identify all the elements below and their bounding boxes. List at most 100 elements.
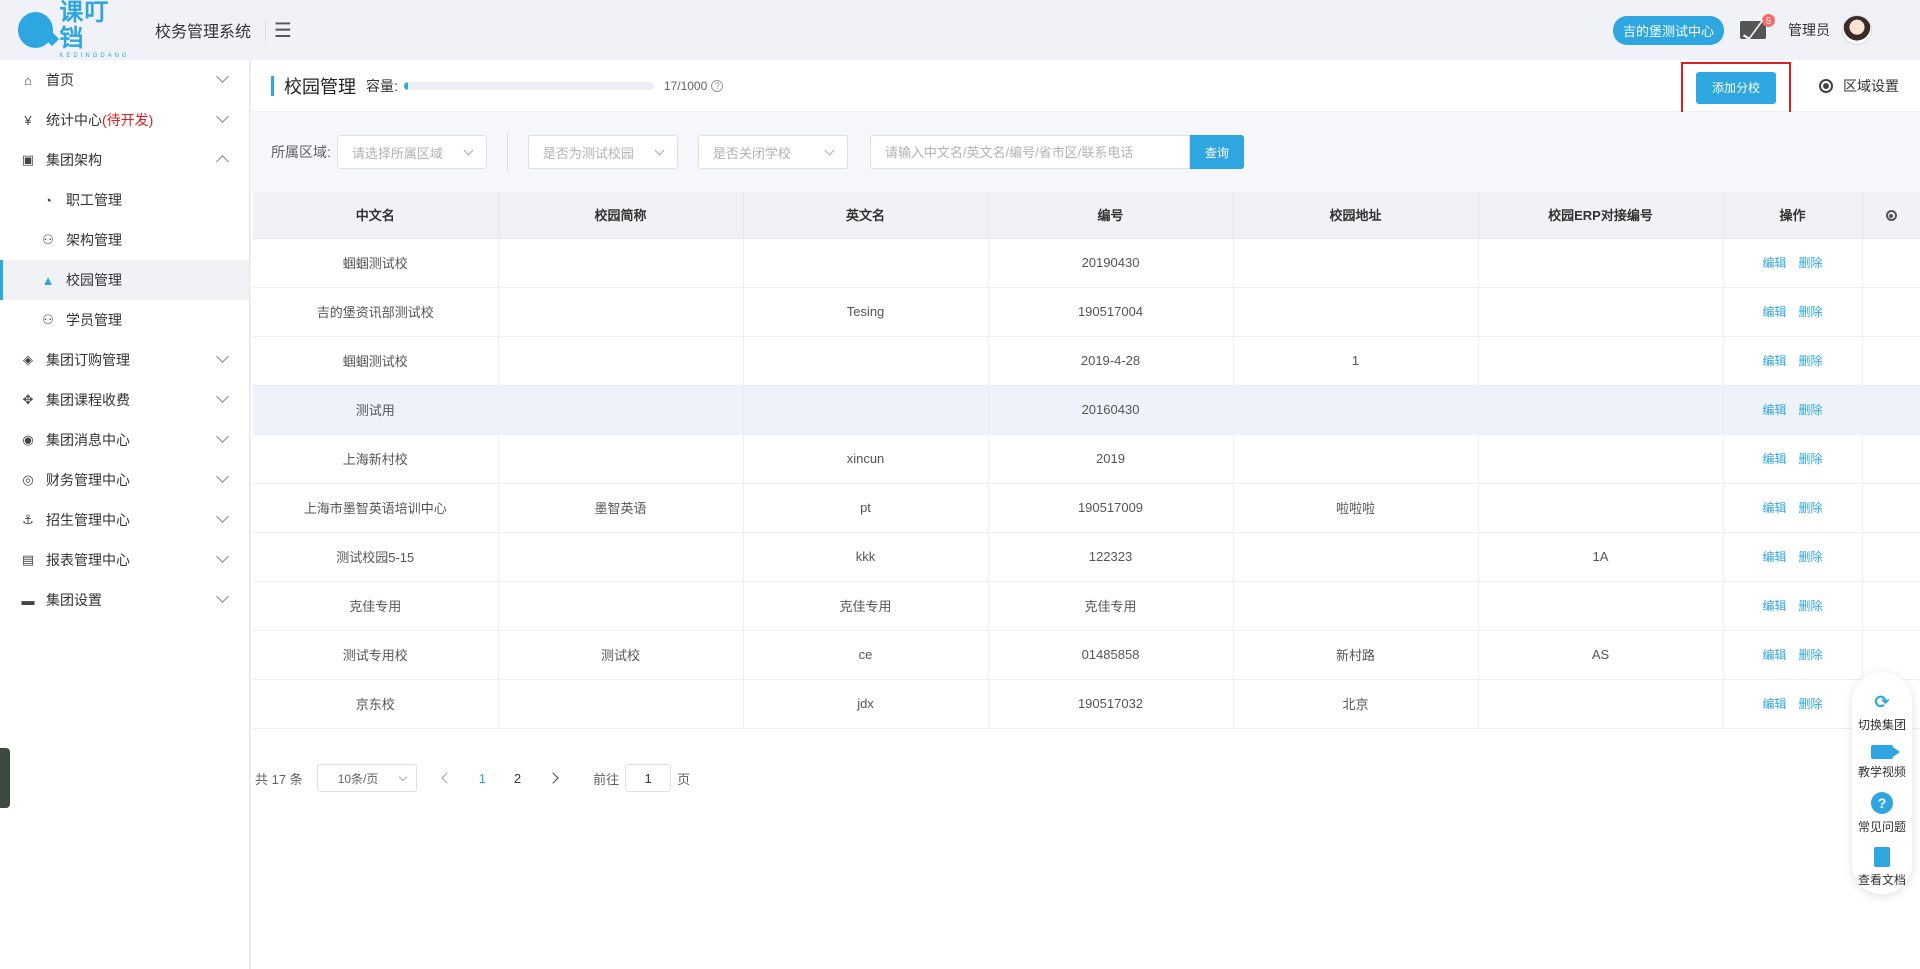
- teaching-video-button[interactable]: 教学视频: [1858, 745, 1906, 780]
- avatar[interactable]: [1842, 15, 1872, 45]
- sidebar-item-label: 职工管理: [66, 192, 122, 208]
- delete-link[interactable]: 删除: [1799, 403, 1823, 417]
- sidebar-item-campus[interactable]: ▲ 校园管理: [0, 260, 249, 300]
- delete-link[interactable]: 删除: [1799, 305, 1823, 319]
- user-role[interactable]: 管理员: [1788, 20, 1830, 40]
- sidebar-item-enrollment[interactable]: ⚓ 招生管理中心: [0, 500, 249, 540]
- table-cell: [743, 385, 989, 435]
- test-campus-placeholder: 是否为测试校园: [542, 145, 634, 161]
- goto-page-input[interactable]: [625, 764, 672, 792]
- faq-button[interactable]: ? 常见问题: [1858, 792, 1906, 835]
- region-select[interactable]: 请选择所属区域: [336, 135, 487, 169]
- table-cell: 克佳专用: [743, 581, 989, 631]
- chevron-down-icon: [216, 70, 229, 83]
- table-cell: [1478, 434, 1724, 484]
- sidebar-item-group-structure[interactable]: ▣ 集团架构: [0, 140, 249, 180]
- delete-link[interactable]: 删除: [1799, 452, 1823, 466]
- edit-link[interactable]: 编辑: [1762, 305, 1786, 319]
- table-cell: 190517009: [988, 483, 1234, 533]
- edit-link[interactable]: 编辑: [1762, 354, 1786, 368]
- edit-link[interactable]: 编辑: [1762, 403, 1786, 417]
- sidebar-item-reports[interactable]: ▤ 报表管理中心: [0, 540, 249, 580]
- page-number[interactable]: 2: [514, 771, 521, 786]
- sidebar-item-statistics[interactable]: ¥ 统计中心 (待开发): [0, 100, 249, 140]
- sidebar-item-messages[interactable]: ◉ 集团消息中心: [0, 420, 249, 460]
- table-cell: 墨智英语: [498, 483, 744, 533]
- capacity-count: 17/1000: [663, 78, 708, 93]
- region-settings-button[interactable]: 区域设置: [1819, 76, 1899, 96]
- table-cell: 京东校: [253, 679, 499, 729]
- table-row: 蝈蝈测试校 2019-4-28 1 编辑 删除: [253, 336, 1920, 386]
- side-drawer-handle[interactable]: [0, 748, 10, 808]
- edit-link[interactable]: 编辑: [1762, 697, 1786, 711]
- delete-link[interactable]: 删除: [1799, 501, 1823, 515]
- sidebar-item-staff[interactable]: ◔ 职工管理: [0, 180, 249, 220]
- mail-icon[interactable]: 5: [1740, 14, 1775, 39]
- graduation-cap-icon: ▲: [41, 272, 55, 288]
- delete-link[interactable]: 删除: [1799, 697, 1823, 711]
- add-campus-button[interactable]: 添加分校: [1695, 72, 1776, 104]
- delete-link[interactable]: 删除: [1799, 354, 1823, 368]
- sidebar: ⌂ 首页 ¥ 统计中心 (待开发) ▣ 集团架构 ◔ 职工管理 ⚇ 架构管理 ▲ …: [0, 60, 250, 969]
- search-button[interactable]: 查询: [1189, 135, 1244, 169]
- column-header: 编号: [988, 192, 1234, 239]
- edit-link[interactable]: 编辑: [1762, 501, 1786, 515]
- capacity-progress-fill: [403, 81, 409, 90]
- sidebar-item-home[interactable]: ⌂ 首页: [0, 60, 249, 100]
- gear-icon: [1819, 79, 1833, 93]
- column-settings-icon[interactable]: [1885, 210, 1897, 222]
- actions-cell: 编辑 删除: [1723, 483, 1863, 533]
- view-docs-button[interactable]: 查看文档: [1858, 847, 1906, 888]
- page-size-select[interactable]: 10条/页: [316, 764, 417, 792]
- capacity-label: 容量:: [366, 77, 398, 94]
- edit-link[interactable]: 编辑: [1762, 550, 1786, 564]
- sidebar-item-orders[interactable]: ◈ 集团订购管理: [0, 340, 249, 380]
- center-switch-badge[interactable]: 吉的堡测试中心: [1612, 15, 1724, 45]
- yen-icon: ¥: [24, 112, 32, 128]
- table-cell: 测试校园5-15: [253, 532, 499, 582]
- table-cell: 测试专用校: [253, 630, 499, 680]
- header-divider: [265, 19, 267, 41]
- main-content: 校园管理 容量: 17/1000 ? 添加分校 区域设置 所属区域: 请选择所属…: [251, 60, 1920, 969]
- table-cell: [743, 336, 989, 386]
- search-input[interactable]: [869, 135, 1190, 169]
- edit-link[interactable]: 编辑: [1762, 256, 1786, 270]
- sidebar-item-structure[interactable]: ⚇ 架构管理: [0, 220, 249, 260]
- delete-link[interactable]: 删除: [1799, 648, 1823, 662]
- prev-page-icon[interactable]: [441, 772, 453, 784]
- empty-cell: [1862, 385, 1920, 435]
- next-page-icon[interactable]: [547, 772, 559, 784]
- chevron-down-icon: [463, 145, 474, 156]
- table-header-row: 中文名 校园简称 英文名 编号 校园地址 校园ERP对接编号 操作: [253, 192, 1920, 239]
- pagination: 共 17 条 10条/页 1 2 前往 页: [255, 764, 690, 792]
- table-cell: kkk: [743, 532, 989, 582]
- actions-cell: 编辑 删除: [1723, 385, 1863, 435]
- switch-group-button[interactable]: ⟳ 切换集团: [1858, 692, 1906, 733]
- table-cell: 测试用: [253, 385, 499, 435]
- edit-link[interactable]: 编辑: [1762, 599, 1786, 613]
- actions-cell: 编辑 删除: [1723, 238, 1863, 288]
- logo: 课叮铛 KEDINGDANG: [18, 0, 133, 60]
- delete-link[interactable]: 删除: [1799, 599, 1823, 613]
- closed-school-select[interactable]: 是否关闭学校: [697, 135, 848, 169]
- sidebar-item-course-fees[interactable]: ✥ 集团课程收费: [0, 380, 249, 420]
- delete-link[interactable]: 删除: [1799, 256, 1823, 270]
- table-row: 蝈蝈测试校 20190430 编辑 删除: [253, 238, 1920, 288]
- table-cell: 01485858: [988, 630, 1234, 680]
- sidebar-item-label: 架构管理: [66, 232, 122, 248]
- table-cell: 190517032: [988, 679, 1234, 729]
- sidebar-item-finance[interactable]: ◎ 财务管理中心: [0, 460, 249, 500]
- help-circle-icon[interactable]: ?: [711, 79, 724, 92]
- edit-link[interactable]: 编辑: [1762, 648, 1786, 662]
- table-cell: [1233, 238, 1479, 288]
- menu-toggle-icon[interactable]: ☰: [274, 18, 292, 43]
- edit-link[interactable]: 编辑: [1762, 452, 1786, 466]
- page-number[interactable]: 1: [479, 771, 486, 786]
- test-campus-select[interactable]: 是否为测试校园: [527, 135, 678, 169]
- sidebar-item-group-settings[interactable]: ▬ 集团设置: [0, 580, 249, 620]
- sidebar-item-students[interactable]: ⚇ 学员管理: [0, 300, 249, 340]
- sidebar-item-label: 财务管理中心: [46, 472, 130, 488]
- delete-link[interactable]: 删除: [1799, 550, 1823, 564]
- table-cell: [498, 679, 744, 729]
- pending-tag: (待开发): [102, 112, 154, 128]
